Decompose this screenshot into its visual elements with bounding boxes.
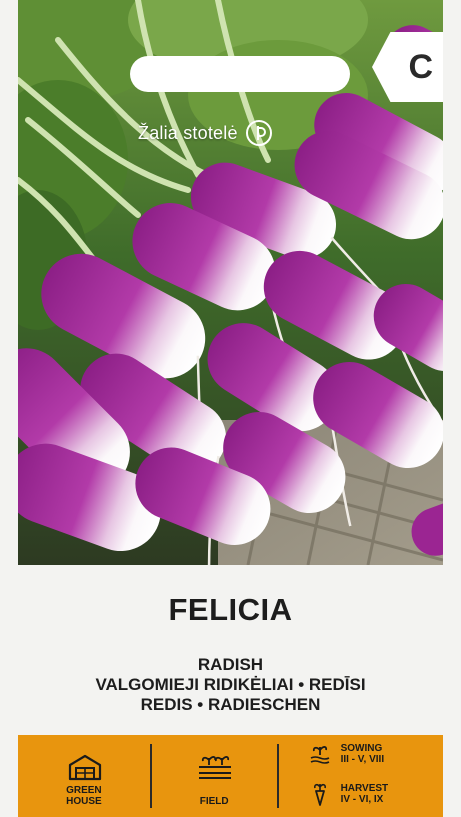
greenhouse-label-line2: HOUSE — [66, 796, 102, 807]
greenhouse-icon — [68, 754, 102, 781]
field-label: FIELD — [199, 796, 229, 807]
growing-info-bar: GREEN HOUSE FIELD SOWING III - V, VIII H… — [18, 735, 443, 817]
crop-name-line: RADISH — [197, 655, 264, 674]
sowing-row: SOWING III - V, VIII — [309, 743, 385, 765]
label-pill — [130, 56, 350, 92]
sowing-label: SOWING — [340, 743, 383, 754]
crop-name-line: REDIS • RADIESCHEN — [140, 695, 321, 714]
harvest-icon — [313, 783, 326, 806]
field-icon — [198, 756, 231, 779]
sowing-months: III - V, VIII — [340, 754, 385, 765]
harvest-months: IV - VI, IX — [340, 794, 384, 805]
greenhouse-cell: GREEN HOUSE — [18, 735, 150, 817]
field-cell: FIELD — [152, 735, 277, 817]
brand-name: Žalia stotelė — [138, 122, 238, 143]
harvest-label: HARVEST — [340, 783, 389, 794]
product-photo: Žalia stotelė C — [18, 0, 443, 565]
variety-title: FELICIA — [168, 592, 293, 627]
crop-name-line: VALGOMIEJI RIDIKĖLIAI • REDĪSI — [95, 675, 366, 694]
brand-logo-icon — [245, 120, 272, 146]
seed-class-letter: C — [408, 47, 433, 86]
brand-logo: Žalia stotelė — [138, 120, 272, 146]
crop-names: RADISH VALGOMIEJI RIDIKĖLIAI • REDĪSI RE… — [0, 655, 461, 715]
greenhouse-label-line1: GREEN — [66, 785, 102, 796]
harvest-row: HARVEST IV - VI, IX — [309, 782, 389, 806]
season-cell: SOWING III - V, VIII HARVEST IV - VI, IX — [279, 735, 443, 817]
sowing-icon — [310, 746, 329, 764]
